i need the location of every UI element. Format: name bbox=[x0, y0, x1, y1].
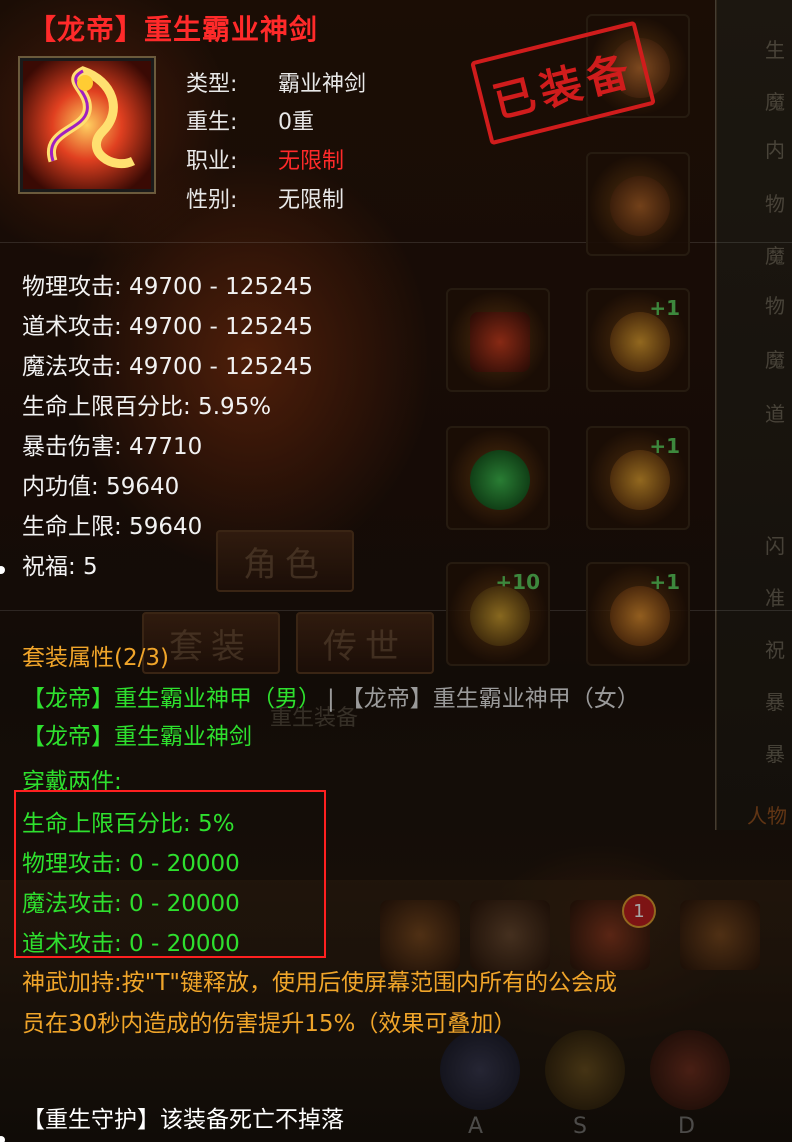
set-pieces-row: 【龙帝】重生霸业神甲（男） | 【龙帝】重生霸业神甲（女） bbox=[22, 679, 640, 713]
info-row-class: 职业: 无限制 bbox=[186, 143, 344, 175]
skill-description: 神武加持:按"T"键释放，使用后使屏幕范围内所有的公会成 bbox=[22, 970, 617, 996]
info-label: 职业: bbox=[186, 149, 238, 174]
skill-description: 员在30秒内造成的伤害提升15%（效果可叠加） bbox=[22, 1011, 517, 1037]
item-icon-frame bbox=[18, 56, 156, 194]
info-row-rebirth: 重生: 0重 bbox=[186, 104, 314, 136]
stat-line: 物理攻击: 49700 - 125245 bbox=[22, 274, 313, 300]
info-label: 性别: bbox=[186, 188, 238, 213]
dragon-sword-icon bbox=[23, 61, 151, 189]
stat-line: 道术攻击: 49700 - 125245 bbox=[22, 314, 313, 340]
item-title: 【龙帝】重生霸业神剑 bbox=[28, 13, 319, 46]
set-title: 套装属性(2/3) bbox=[22, 645, 169, 671]
stat-line: 生命上限百分比: 5.95% bbox=[22, 394, 272, 420]
set-piece-owned: 【龙帝】重生霸业神甲（男） bbox=[22, 686, 321, 712]
info-label: 重生: bbox=[186, 110, 238, 135]
set-bonus-line: 魔法攻击: 0 - 20000 bbox=[22, 891, 240, 917]
info-value: 霸业神剑 bbox=[278, 72, 367, 97]
set-bonus-line: 道术攻击: 0 - 20000 bbox=[22, 931, 240, 957]
set-piece-missing: 【龙帝】重生霸业神甲（女） bbox=[340, 686, 640, 712]
info-label: 类型: bbox=[186, 72, 238, 97]
info-row-gender: 性别: 无限制 bbox=[186, 182, 344, 214]
set-bonus-line: 生命上限百分比: 5% bbox=[22, 811, 235, 837]
set-piece-owned: 【龙帝】重生霸业神剑 bbox=[22, 724, 252, 750]
stat-line: 内功值: 59640 bbox=[22, 474, 180, 500]
stat-line: 暴击伤害: 47710 bbox=[22, 434, 203, 460]
info-row-type: 类型: 霸业神剑 bbox=[186, 66, 366, 98]
edge-marker bbox=[0, 1136, 5, 1142]
info-value: 无限制 bbox=[278, 188, 345, 213]
info-value: 0重 bbox=[278, 110, 314, 135]
set-bonus-line: 物理攻击: 0 - 20000 bbox=[22, 851, 240, 877]
stat-line: 魔法攻击: 49700 - 125245 bbox=[22, 354, 313, 380]
info-value: 无限制 bbox=[278, 149, 345, 174]
stat-line: 祝福: 5 bbox=[22, 554, 98, 580]
stat-line: 生命上限: 59640 bbox=[22, 514, 203, 540]
protection-note: 【重生守护】该装备死亡不掉落 bbox=[22, 1107, 344, 1133]
set-separator: | bbox=[327, 686, 335, 712]
